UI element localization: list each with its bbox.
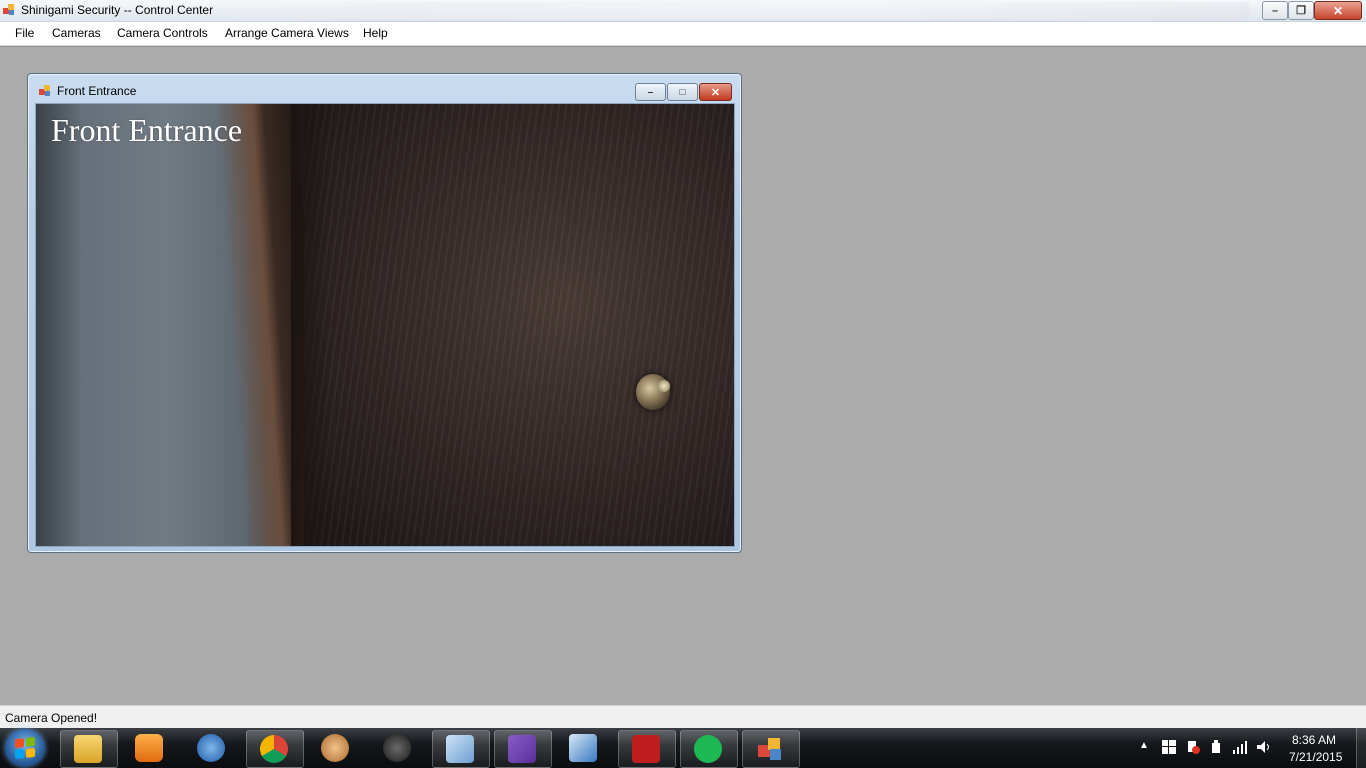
virtualbox-icon (446, 735, 474, 763)
menu-help[interactable]: Help (363, 26, 388, 40)
taskbar-filezilla[interactable] (618, 730, 676, 768)
menu-arrange-camera-views[interactable]: Arrange Camera Views (225, 26, 349, 40)
restore-button[interactable]: ❐ (1288, 1, 1314, 20)
status-text: Camera Opened! (5, 711, 98, 725)
camera-overlay-label: Front Entrance (51, 112, 243, 148)
taskbar-gpu-app[interactable] (370, 730, 426, 766)
action-center-icon[interactable] (1186, 740, 1200, 754)
taskbar-thunderbird[interactable] (184, 730, 240, 766)
monkey-app-icon (321, 734, 349, 762)
network-icon[interactable] (1233, 740, 1247, 754)
menu-file[interactable]: File (15, 26, 34, 40)
media-player-icon (135, 734, 163, 762)
menu-camera-controls[interactable]: Camera Controls (117, 26, 208, 40)
app-icon (3, 4, 14, 15)
maximize-icon: □ (679, 86, 686, 98)
volume-icon[interactable] (1257, 740, 1271, 754)
visual-studio-icon (508, 735, 536, 763)
status-bar: Camera Opened! (0, 705, 1366, 729)
window-title-bar[interactable]: Shinigami Security -- Control Center – ❐… (0, 0, 1366, 22)
start-button[interactable] (5, 729, 45, 767)
minimize-icon: – (647, 86, 654, 98)
taskbar-chrome[interactable] (246, 730, 304, 768)
minimize-button[interactable]: – (1262, 1, 1288, 20)
minimize-icon: – (1271, 4, 1279, 17)
taskbar-shinigami[interactable] (742, 730, 800, 768)
windows-logo-icon (15, 736, 35, 760)
taskbar-spotify[interactable] (680, 730, 738, 768)
close-icon: ✕ (1332, 3, 1344, 18)
filezilla-icon (632, 735, 660, 763)
camera-feed: Front Entrance (35, 103, 735, 547)
feed-shadow (291, 104, 331, 546)
window-title: Shinigami Security -- Control Center (21, 3, 214, 17)
background-tabs-ghost (220, 2, 1250, 19)
taskbar-media-player[interactable] (122, 730, 178, 766)
gpu-app-icon (383, 734, 411, 762)
camera-maximize-button[interactable]: □ (667, 83, 698, 101)
feed-door-knob-center (658, 380, 670, 392)
camera-window[interactable]: Front Entrance – □ ✕ Front Entrance (27, 73, 742, 553)
clock-date[interactable]: 7/21/2015 (1289, 750, 1342, 764)
clock-time[interactable]: 8:36 AM (1292, 733, 1336, 747)
power-icon[interactable] (1209, 740, 1223, 754)
camera-window-icon (39, 85, 50, 96)
windows-explorer-icon (74, 735, 102, 763)
remote-desktop-icon (569, 734, 597, 762)
taskbar-monkey-app[interactable] (308, 730, 364, 766)
camera-close-button[interactable]: ✕ (699, 83, 732, 101)
camera-window-title: Front Entrance (57, 84, 137, 98)
taskbar-visual-studio[interactable] (494, 730, 552, 768)
spotify-icon (694, 735, 722, 763)
menu-cameras[interactable]: Cameras (52, 26, 101, 40)
thunderbird-icon (197, 734, 225, 762)
chrome-icon (260, 735, 288, 763)
shinigami-app-icon (758, 738, 781, 760)
show-desktop-button[interactable] (1356, 728, 1366, 768)
windows-flag-icon[interactable] (1162, 740, 1176, 754)
camera-minimize-button[interactable]: – (635, 83, 666, 101)
taskbar: ▲ 8:36 AM 7/21/2015 (0, 728, 1366, 768)
close-icon: ✕ (710, 86, 721, 99)
close-button[interactable]: ✕ (1314, 1, 1362, 20)
show-hidden-icons-button[interactable]: ▲ (1139, 740, 1149, 751)
taskbar-virtualbox[interactable] (432, 730, 490, 768)
menu-bar: File Cameras Camera Controls Arrange Cam… (0, 22, 1366, 46)
restore-icon: ❐ (1296, 5, 1306, 17)
taskbar-remote-desktop[interactable] (556, 730, 612, 766)
feed-door (304, 104, 734, 546)
taskbar-explorer[interactable] (60, 730, 118, 768)
